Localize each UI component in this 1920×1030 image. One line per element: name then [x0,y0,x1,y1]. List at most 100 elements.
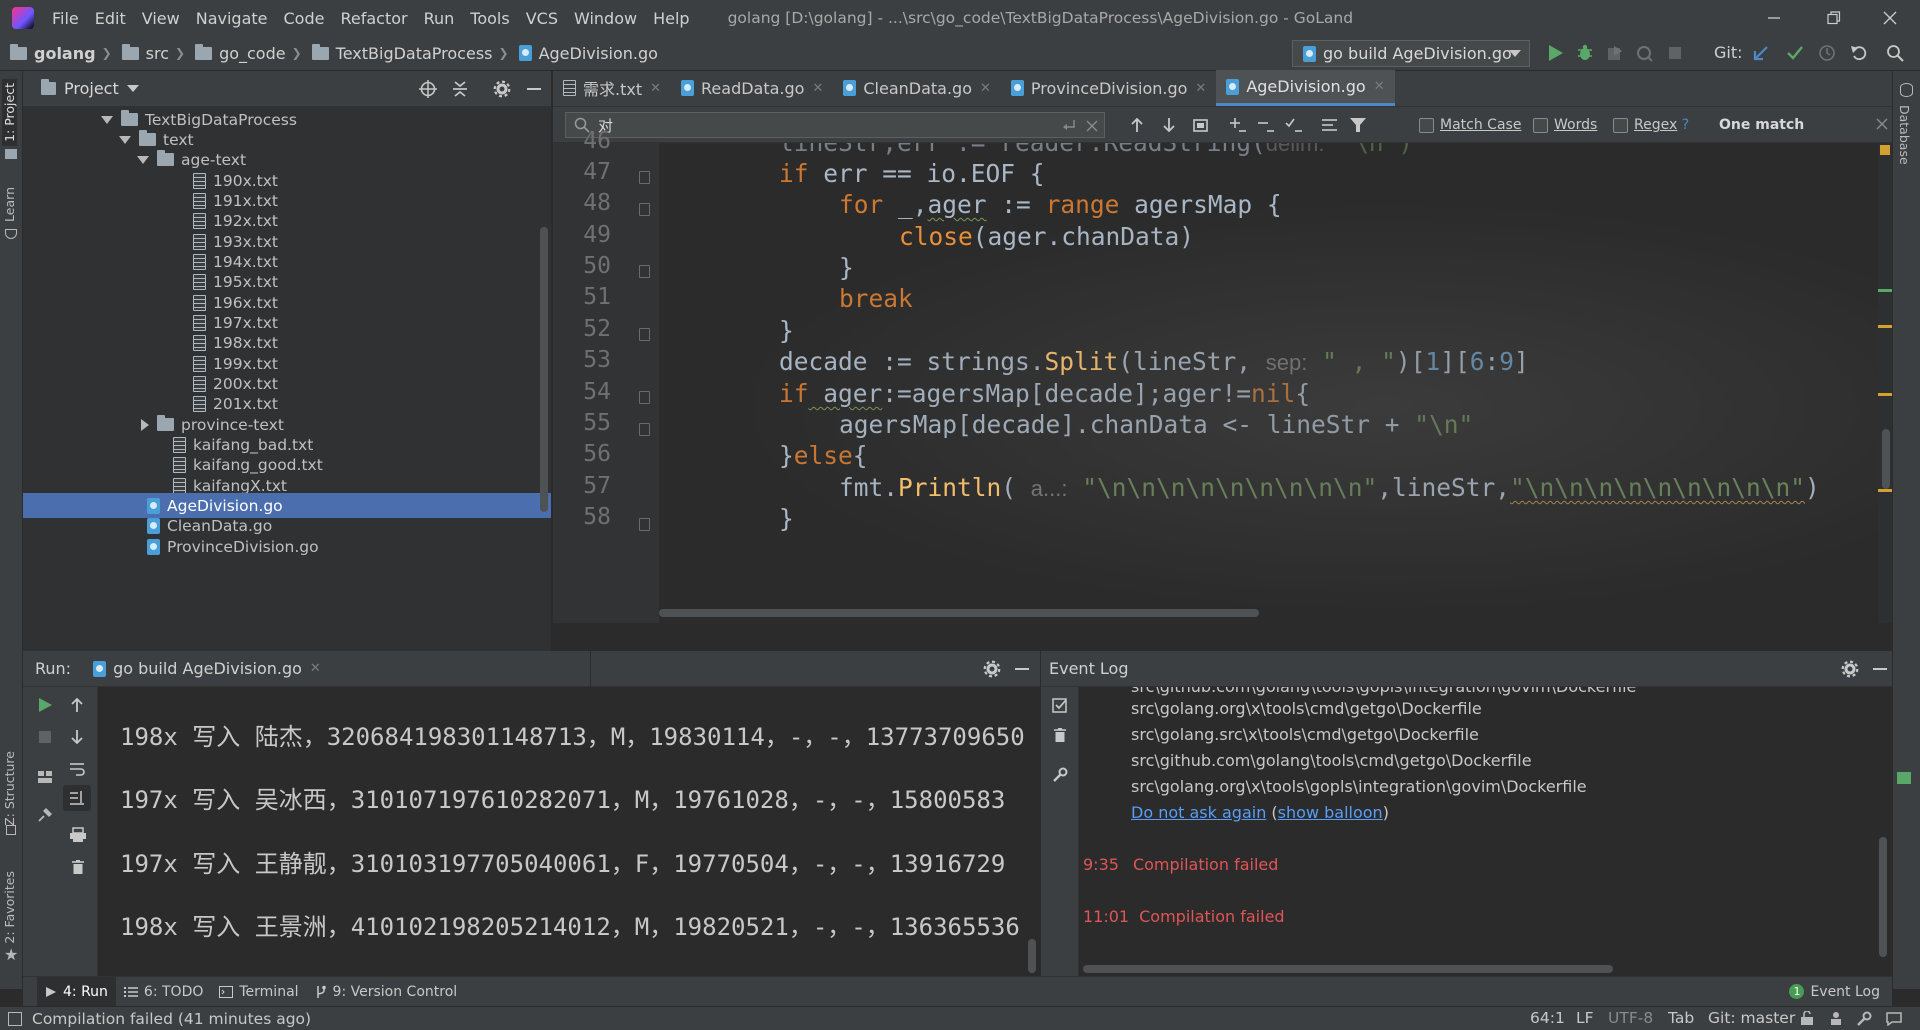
soft-wrap-icon[interactable] [69,761,85,777]
menu-run[interactable]: Run [416,9,463,28]
close-tab-icon[interactable]: ✕ [1195,81,1206,96]
layout-icon[interactable] [37,769,53,785]
hide-panel-icon[interactable] [525,80,543,98]
expand-arrow-icon[interactable] [137,155,149,164]
editor-horizontal-scrollbar[interactable] [659,609,1259,617]
git-commit-icon[interactable] [1786,44,1804,62]
toolwindow-run[interactable]: 4: Run [37,976,116,1007]
git-branch[interactable]: Git: master [1708,1009,1795,1027]
run-tab-label[interactable]: go build AgeDivision.go [113,659,302,678]
indent-setting[interactable]: Tab [1668,1009,1694,1027]
hide-panel-icon[interactable] [1013,660,1031,678]
close-tab-icon[interactable]: ✕ [650,81,661,96]
match-case-option[interactable]: Match Case [1419,117,1521,133]
hide-panel-icon[interactable] [1871,660,1889,678]
run-configuration-select[interactable]: go build AgeDivision.go [1292,40,1530,67]
select-all-matches-icon[interactable] [1285,117,1303,133]
select-all-occurrences-icon[interactable] [1193,117,1209,133]
tab-provincedivision[interactable]: ProvinceDivision.go ✕ [1001,70,1216,106]
breadcrumb-src[interactable]: src ❯ [121,43,185,63]
rollback-icon[interactable] [1850,44,1868,62]
menu-vcs[interactable]: VCS [518,9,566,28]
toggle-tool-windows-icon[interactable] [8,1011,22,1026]
git-update-icon[interactable] [1752,44,1770,62]
history-icon[interactable] [1818,44,1836,62]
add-selection-icon[interactable] [1229,117,1247,133]
profiler-icon[interactable] [1636,44,1654,62]
close-tab-icon[interactable]: ✕ [980,81,991,96]
menu-refactor[interactable]: Refactor [332,9,415,28]
fold-marker-icon[interactable] [639,423,650,436]
expand-arrow-icon[interactable] [101,115,113,124]
words-option[interactable]: Words [1533,117,1597,133]
menu-view[interactable]: View [134,9,188,28]
event-log-hscrollbar[interactable] [1083,965,1613,973]
breadcrumb-golang[interactable]: golang ❯ [10,43,112,63]
filter-icon[interactable] [1349,117,1367,133]
print-icon[interactable] [69,827,87,843]
warning-marker-icon[interactable] [1880,145,1890,155]
editor-vertical-scrollbar[interactable] [1882,429,1890,489]
gear-icon[interactable] [983,660,1001,678]
breadcrumb-textbigdataprocess[interactable]: TextBigDataProcess ❯ [311,43,509,63]
tab-database[interactable]: Database [1897,105,1912,165]
regex-option[interactable]: Regex ? [1613,117,1689,133]
gear-icon[interactable] [493,80,511,98]
run-with-coverage-icon[interactable] [1606,44,1624,62]
tab-project[interactable]: 1: Project [2,79,17,146]
close-tab-icon[interactable]: ✕ [812,81,823,96]
error-stripe[interactable] [1878,143,1892,623]
tab-cleandata[interactable]: CleanData.go ✕ [833,70,1001,106]
fold-marker-icon[interactable] [639,518,650,531]
wrench-icon[interactable] [1856,1011,1872,1026]
up-arrow-icon[interactable] [69,697,85,713]
locate-file-icon[interactable] [419,80,437,98]
run-console-output[interactable]: 198x 写入 陆杰，320684198301148713，M，19830114… [98,687,1040,976]
code-editor[interactable]: lineStr,err := reader.ReadString(delim: … [659,143,1892,623]
tab-readdata[interactable]: ReadData.go ✕ [671,70,833,106]
find-input[interactable]: 对 [565,112,1105,138]
debug-icon[interactable] [1576,44,1594,62]
close-run-tab-icon[interactable]: ✕ [310,661,321,676]
clear-search-icon[interactable] [1086,120,1098,132]
project-scrollbar[interactable] [540,227,548,512]
change-marker[interactable] [1878,289,1892,292]
warning-marker[interactable] [1878,489,1892,492]
mark-all-read-icon[interactable] [1052,697,1068,713]
gear-icon[interactable] [1841,660,1859,678]
wrench-icon[interactable] [1052,767,1068,783]
words-checkbox[interactable] [1533,117,1548,133]
rerun-icon[interactable] [37,697,53,713]
close-find-icon[interactable] [1876,118,1888,130]
tree-item-provincedivision[interactable]: ProvinceDivision.go [23,534,551,559]
menu-file[interactable]: File [44,9,87,28]
toolwindow-todo[interactable]: 6: TODO [116,977,211,1007]
unselect-occurrence-icon[interactable] [1257,117,1275,133]
tab-xuqiu-txt[interactable]: 需求.txt ✕ [553,70,671,106]
event-log-content[interactable]: src\github.com\golang\tools\gopls\integr… [1079,687,1892,976]
trash-icon[interactable] [1052,727,1068,743]
menu-tools[interactable]: Tools [462,9,517,28]
run-icon[interactable] [1546,44,1564,62]
match-case-checkbox[interactable] [1419,117,1434,133]
close-tab-icon[interactable]: ✕ [1374,79,1385,94]
filter-context-icon[interactable] [1321,117,1339,133]
pin-icon[interactable] [37,807,53,823]
tab-favorites[interactable]: 2: Favorites [2,871,17,944]
toolwindow-terminal[interactable]: Terminal [211,977,306,1007]
menu-window[interactable]: Window [566,9,645,28]
stop-icon[interactable] [1667,45,1683,61]
lock-icon[interactable] [1800,1011,1814,1026]
breadcrumb-go-code[interactable]: go_code ❯ [195,43,302,63]
fold-marker-icon[interactable] [639,171,650,184]
down-arrow-icon[interactable] [69,729,85,745]
notifications-icon[interactable] [1886,1011,1902,1026]
inspector-icon[interactable] [1828,1011,1844,1026]
toolwindow-version-control[interactable]: 9: Version Control [307,977,466,1007]
project-panel-title[interactable]: Project [64,79,119,98]
previous-occurrence-icon[interactable] [1129,117,1145,133]
warning-marker[interactable] [1878,393,1892,396]
expand-arrow-icon[interactable] [119,135,131,144]
fold-marker-icon[interactable] [639,328,650,341]
file-encoding[interactable]: UTF-8 [1608,1009,1653,1027]
